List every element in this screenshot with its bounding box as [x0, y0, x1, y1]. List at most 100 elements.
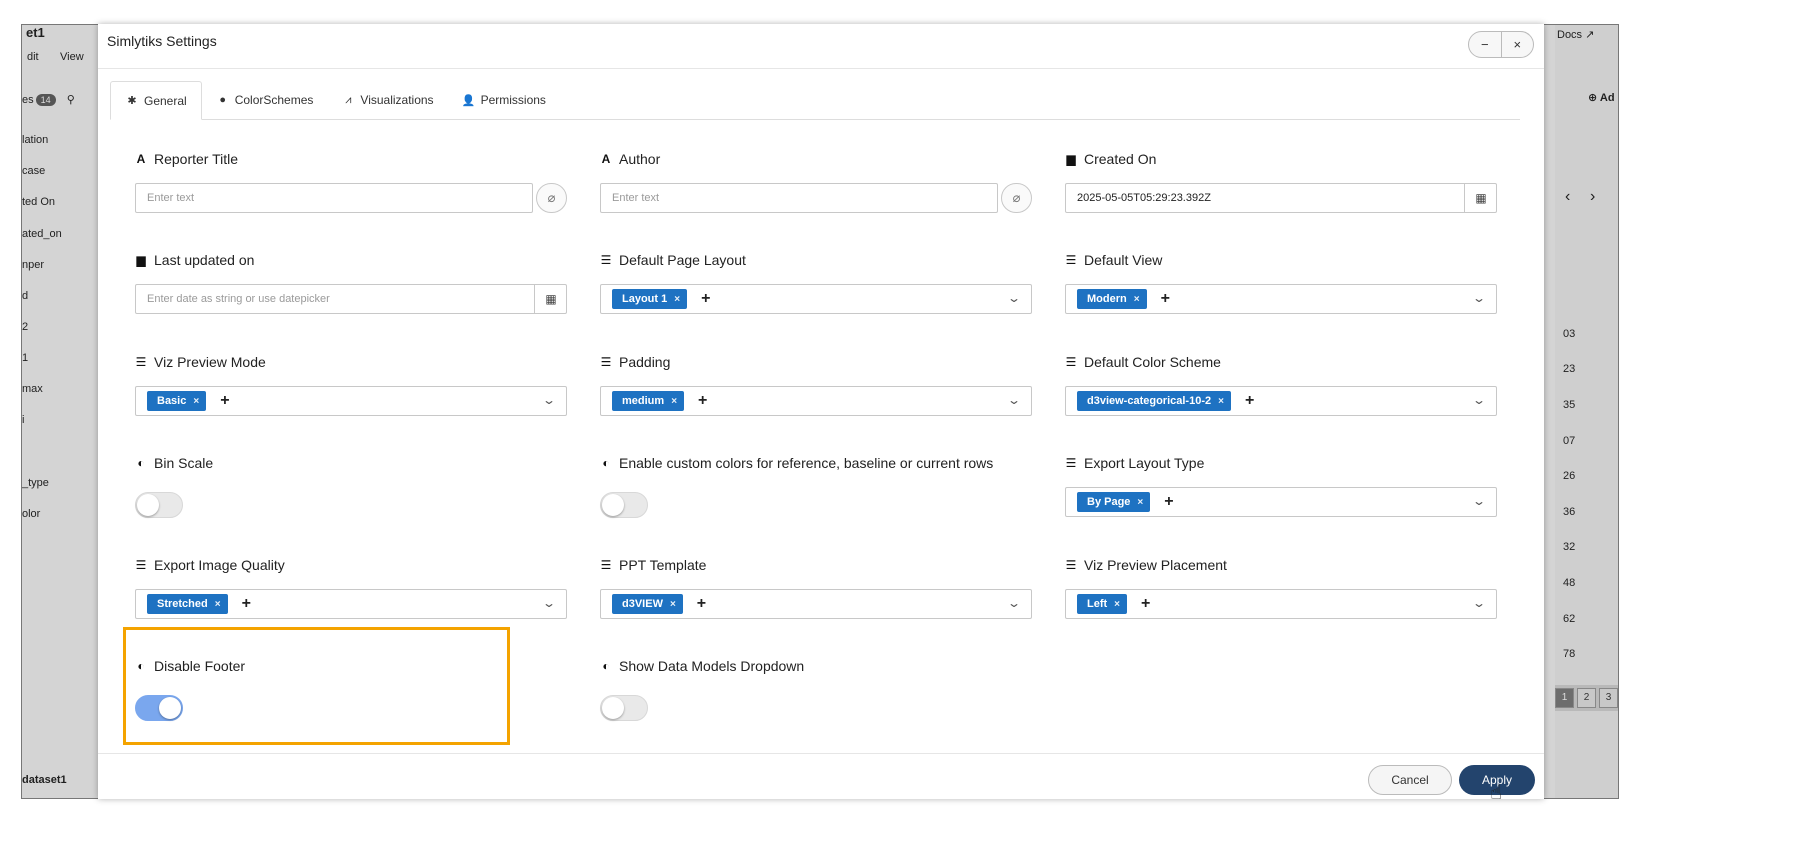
default-color-scheme-select[interactable]: d3view-categorical-10-2 × + ⌄ [1065, 386, 1497, 416]
bg-footer-dataset: dataset1 [22, 774, 67, 786]
chevron-down-icon[interactable]: ⌄ [542, 596, 556, 610]
chevron-down-icon[interactable]: ⌄ [1007, 291, 1021, 305]
add-icon[interactable]: + [1141, 595, 1150, 613]
add-icon[interactable]: + [697, 595, 706, 613]
remove-chip-icon[interactable]: × [674, 294, 680, 305]
last-updated-input[interactable] [135, 284, 567, 314]
remove-chip-icon[interactable]: × [1218, 396, 1224, 407]
bin-scale-toggle[interactable] [135, 492, 183, 518]
add-icon[interactable]: + [1164, 493, 1173, 511]
remove-chip-icon[interactable]: × [193, 396, 199, 407]
bg-page-button: 2 [1577, 688, 1596, 708]
bg-value: 62 [1563, 613, 1576, 625]
reporter-title-input[interactable] [135, 183, 533, 213]
list-icon: ☰ [600, 558, 612, 572]
enable-custom-colors-toggle[interactable] [600, 492, 648, 518]
viz-preview-placement-label: Viz Preview Placement [1084, 557, 1227, 573]
toggle-icon: ◐ [137, 456, 145, 470]
selected-chip: Basic × [147, 391, 207, 411]
last-updated-field: ▆ Last updated on ▦ [135, 251, 567, 314]
add-icon[interactable]: + [1245, 392, 1254, 410]
bg-value: 48 [1563, 577, 1576, 589]
palette-icon: ● [219, 94, 227, 106]
chevron-down-icon[interactable]: ⌄ [1472, 494, 1486, 508]
hand-cursor-icon: ☝ [1490, 782, 1503, 804]
bg-sidebar-item: _type [22, 477, 49, 489]
selected-chip: d3view-categorical-10-2 × [1077, 391, 1231, 411]
bg-app-title: et1 [26, 25, 45, 40]
reporter-title-label: Reporter Title [154, 151, 239, 167]
default-view-field: ☰ Default View Modern × + ⌄ [1065, 251, 1497, 314]
author-input[interactable] [600, 183, 998, 213]
bg-value: 03 [1563, 328, 1576, 340]
remove-chip-icon[interactable]: × [215, 599, 221, 610]
bg-filter-label: es 14 ⚲ [22, 94, 75, 106]
default-page-layout-field: ☰ Default Page Layout Layout 1 × + ⌄ [600, 251, 1032, 314]
bg-add-button: ⊕ Ad [1588, 92, 1615, 104]
export-layout-type-label: Export Layout Type [1084, 455, 1205, 471]
tab-visualizations[interactable]: ⩘ Visualizations [327, 81, 447, 119]
selected-chip: By Page × [1077, 492, 1151, 512]
export-layout-type-field: ☰ Export Layout Type By Page × + ⌄ [1065, 454, 1497, 517]
default-view-select[interactable]: Modern × + ⌄ [1065, 284, 1497, 314]
default-page-layout-select[interactable]: Layout 1 × + ⌄ [600, 284, 1032, 314]
toggle-icon: ◐ [602, 456, 610, 470]
chevron-down-icon[interactable]: ⌄ [1472, 393, 1486, 407]
bg-sidebar-item: case [22, 165, 46, 177]
add-icon[interactable]: + [220, 392, 229, 410]
bg-value: 78 [1563, 648, 1576, 660]
add-icon[interactable]: + [701, 290, 710, 308]
ppt-template-field: ☰ PPT Template d3VIEW × + ⌄ [600, 556, 1032, 619]
bg-sidebar-item: d [22, 290, 29, 302]
add-icon[interactable]: + [698, 392, 707, 410]
paperclip-icon[interactable]: ⌀ [536, 183, 567, 213]
settings-tabs: ✱ General ● ColorSchemes ⩘ Visualization… [110, 81, 1520, 120]
chevron-down-icon[interactable]: ⌄ [1007, 596, 1021, 610]
cancel-button[interactable]: Cancel [1368, 765, 1452, 795]
selected-chip: Layout 1 × [612, 289, 688, 309]
export-layout-type-select[interactable]: By Page × + ⌄ [1065, 487, 1497, 517]
bg-sidebar-item: olor [22, 508, 41, 520]
export-image-quality-label: Export Image Quality [154, 557, 285, 573]
tab-permissions[interactable]: 👤 Permissions [448, 81, 560, 119]
created-on-label: Created On [1084, 151, 1157, 167]
add-icon[interactable]: + [1161, 290, 1170, 308]
padding-select[interactable]: medium × + ⌄ [600, 386, 1032, 416]
toggle-knob [602, 494, 624, 516]
calendar-icon[interactable]: ▦ [1464, 183, 1497, 213]
tab-colorschemes[interactable]: ● ColorSchemes [202, 81, 328, 119]
chevron-down-icon[interactable]: ⌄ [1472, 596, 1486, 610]
paperclip-icon[interactable]: ⌀ [1001, 183, 1032, 213]
remove-chip-icon[interactable]: × [1134, 294, 1140, 305]
chevron-down-icon[interactable]: ⌄ [1472, 291, 1486, 305]
bg-value: 07 [1563, 435, 1576, 447]
selected-chip: d3VIEW × [612, 594, 683, 614]
ppt-template-label: PPT Template [619, 557, 707, 573]
remove-chip-icon[interactable]: × [1114, 599, 1120, 610]
toggle-knob [602, 697, 624, 719]
chevron-down-icon[interactable]: ⌄ [542, 393, 556, 407]
add-icon[interactable]: + [242, 595, 251, 613]
font-icon: A [601, 152, 611, 166]
remove-chip-icon[interactable]: × [671, 396, 677, 407]
bg-menu-edit: dit [27, 51, 39, 63]
tab-general[interactable]: ✱ General [110, 81, 202, 120]
viz-preview-placement-select[interactable]: Left × + ⌄ [1065, 589, 1497, 619]
calendar-icon[interactable]: ▦ [534, 284, 567, 314]
remove-chip-icon[interactable]: × [1137, 497, 1143, 508]
gear-icon: ✱ [127, 95, 137, 107]
enable-custom-colors-label: Enable custom colors for reference, base… [619, 455, 994, 471]
viz-preview-mode-label: Viz Preview Mode [154, 354, 266, 370]
remove-chip-icon[interactable]: × [670, 599, 676, 610]
ppt-template-select[interactable]: d3VIEW × + ⌄ [600, 589, 1032, 619]
default-color-scheme-field: ☰ Default Color Scheme d3view-categorica… [1065, 353, 1497, 416]
bin-scale-field: ◐ Bin Scale [135, 454, 567, 518]
close-button[interactable]: × [1500, 32, 1534, 57]
minimize-button[interactable]: − [1469, 32, 1501, 57]
show-data-models-toggle[interactable] [600, 695, 648, 721]
created-on-input[interactable] [1065, 183, 1497, 213]
show-data-models-label: Show Data Models Dropdown [619, 658, 805, 674]
viz-preview-mode-select[interactable]: Basic × + ⌄ [135, 386, 567, 416]
chevron-down-icon[interactable]: ⌄ [1007, 393, 1021, 407]
export-image-quality-select[interactable]: Stretched × + ⌄ [135, 589, 567, 619]
